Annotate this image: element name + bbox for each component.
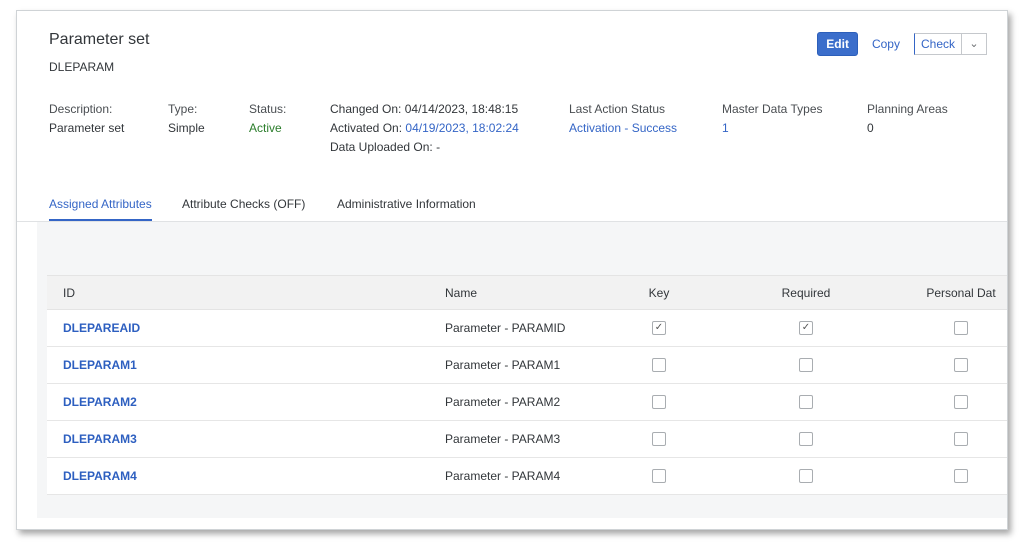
activated-on: Activated On: 04/19/2023, 18:02:24 [330, 119, 519, 138]
attribute-name: Parameter - PARAM3 [445, 432, 561, 446]
personal-data-checkbox [954, 321, 968, 335]
tab-assigned-attributes[interactable]: Assigned Attributes [49, 197, 152, 221]
required-checkbox [799, 469, 813, 483]
key-checkbox: ✓ [652, 321, 666, 335]
column-header-name[interactable]: Name [445, 276, 477, 309]
last-action-link[interactable]: Activation - Success [569, 119, 677, 138]
planning-areas-field: Planning Areas 0 [867, 100, 948, 138]
attribute-name: Parameter - PARAMID [445, 321, 566, 335]
table-row[interactable]: DLEPARAM4 Parameter - PARAM4 [47, 458, 1007, 495]
data-uploaded-on: Data Uploaded On: - [330, 140, 441, 154]
attribute-name: Parameter - PARAM2 [445, 395, 561, 409]
copy-button[interactable]: Copy [872, 37, 900, 51]
attribute-id-link[interactable]: DLEPARAM1 [63, 358, 137, 372]
key-checkbox [652, 358, 666, 372]
master-data-link[interactable]: 1 [722, 119, 823, 138]
chevron-down-icon[interactable]: ⌄ [962, 34, 986, 54]
table-row[interactable]: DLEPARAM1 Parameter - PARAM1 [47, 347, 1007, 384]
personal-data-checkbox [954, 395, 968, 409]
column-header-required[interactable]: Required [763, 276, 849, 309]
status-label: Status: [249, 102, 287, 116]
tab-attribute-checks[interactable]: Attribute Checks (OFF) [182, 197, 305, 211]
attribute-id-link[interactable]: DLEPAREAID [63, 321, 140, 335]
personal-data-checkbox [954, 432, 968, 446]
key-checkbox [652, 469, 666, 483]
last-action-label: Last Action Status [569, 102, 666, 116]
changed-on: Changed On: 04/14/2023, 18:48:15 [330, 102, 519, 116]
check-menu-button[interactable]: Check ⌄ [913, 33, 987, 55]
type-label: Type: [168, 102, 198, 116]
description-field: Description: Parameter set [49, 100, 124, 138]
required-checkbox [799, 432, 813, 446]
tab-content: ID Name Key Required Personal Dat DLEPAR… [37, 222, 1007, 518]
attribute-id-link[interactable]: DLEPARAM4 [63, 469, 137, 483]
planning-areas-label: Planning Areas [867, 102, 948, 116]
table-header: ID Name Key Required Personal Dat [47, 275, 1007, 310]
required-checkbox: ✓ [799, 321, 813, 335]
last-action-field: Last Action Status Activation - Success [569, 100, 677, 138]
description-label: Description: [49, 102, 113, 116]
table-row[interactable]: DLEPARAM3 Parameter - PARAM3 [47, 421, 1007, 458]
header-actions: Edit Copy Check ⌄ [817, 32, 987, 56]
column-header-personal-data[interactable]: Personal Dat [911, 276, 1007, 309]
checkmark-icon: ✓ [654, 322, 664, 333]
description-value: Parameter set [49, 121, 125, 135]
column-header-key[interactable]: Key [617, 276, 701, 309]
attributes-table: ID Name Key Required Personal Dat DLEPAR… [47, 275, 1007, 495]
type-value: Simple [168, 121, 205, 135]
type-field: Type: Simple [168, 100, 205, 138]
tab-administrative-information[interactable]: Administrative Information [337, 197, 476, 211]
table-row[interactable]: DLEPAREAID Parameter - PARAMID ✓ ✓ [47, 310, 1007, 347]
column-header-id[interactable]: ID [63, 276, 75, 309]
personal-data-checkbox [954, 358, 968, 372]
dates-field: Changed On: 04/14/2023, 18:48:15 Activat… [330, 100, 519, 157]
attribute-id-link[interactable]: DLEPARAM2 [63, 395, 137, 409]
status-field: Status: Active [249, 100, 286, 138]
check-button[interactable]: Check [915, 34, 962, 54]
master-data-label: Master Data Types [722, 102, 823, 116]
status-value: Active [249, 121, 282, 135]
attribute-name: Parameter - PARAM1 [445, 358, 561, 372]
key-checkbox [652, 432, 666, 446]
checkmark-icon: ✓ [801, 322, 811, 333]
table-row[interactable]: DLEPARAM2 Parameter - PARAM2 [47, 384, 1007, 421]
attribute-id-link[interactable]: DLEPARAM3 [63, 432, 137, 446]
activated-on-label: Activated On: [330, 121, 403, 135]
page-title: Parameter set [49, 31, 150, 48]
edit-button[interactable]: Edit [817, 32, 858, 56]
required-checkbox [799, 358, 813, 372]
key-checkbox [652, 395, 666, 409]
parameter-set-window: Parameter set DLEPARAM Edit Copy Check ⌄… [16, 10, 1008, 530]
page-subtitle: DLEPARAM [49, 60, 115, 74]
planning-areas-value: 0 [867, 121, 874, 135]
activated-on-link[interactable]: 04/19/2023, 18:02:24 [405, 121, 518, 135]
master-data-field: Master Data Types 1 [722, 100, 823, 138]
attribute-name: Parameter - PARAM4 [445, 469, 561, 483]
required-checkbox [799, 395, 813, 409]
tab-bar: Assigned Attributes Attribute Checks (OF… [17, 189, 1007, 222]
personal-data-checkbox [954, 469, 968, 483]
